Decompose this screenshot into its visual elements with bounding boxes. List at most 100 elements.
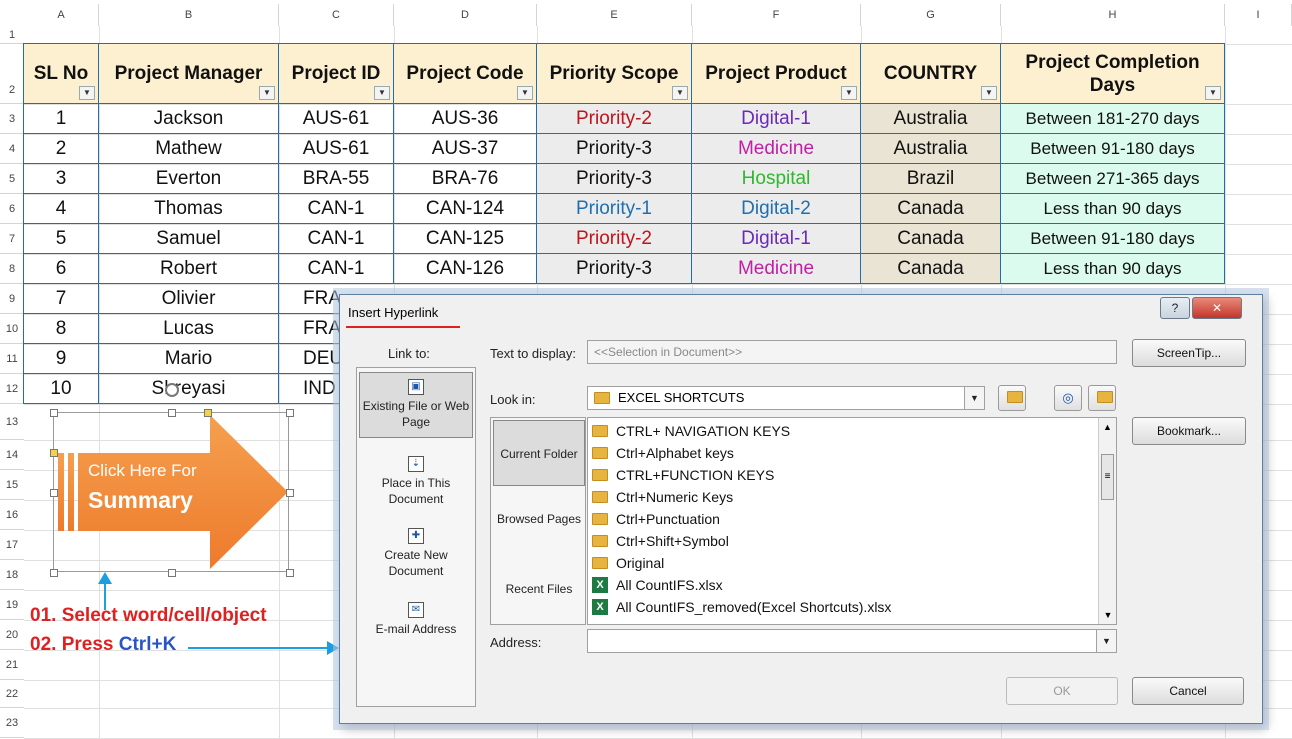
row-header-20[interactable]: 20 bbox=[0, 620, 24, 650]
table-cell[interactable]: AUS-37 bbox=[394, 134, 537, 164]
dropdown-filter-icon[interactable]: ▼ bbox=[79, 86, 95, 100]
dropdown-filter-icon[interactable]: ▼ bbox=[259, 86, 275, 100]
table-cell[interactable]: Priority-3 bbox=[537, 254, 692, 284]
table-cell[interactable]: CAN-124 bbox=[394, 194, 537, 224]
table-header-cell[interactable]: Project Manager ▼ bbox=[99, 44, 279, 104]
resize-handle[interactable] bbox=[286, 569, 294, 577]
link-option[interactable]: ✉ E-mail Address bbox=[359, 596, 473, 646]
file-list-item[interactable]: Ctrl+Alphabet keys bbox=[592, 442, 734, 464]
table-cell[interactable]: 5 bbox=[24, 224, 99, 254]
link-option[interactable]: ⇣ Place in This Document bbox=[359, 450, 473, 510]
help-button[interactable]: ? bbox=[1160, 297, 1190, 319]
resize-handle[interactable] bbox=[286, 489, 294, 497]
table-cell[interactable]: Medicine bbox=[692, 254, 861, 284]
table-cell[interactable]: AUS-61 bbox=[279, 104, 394, 134]
row-header-21[interactable]: 21 bbox=[0, 650, 24, 680]
table-cell[interactable]: Olivier bbox=[99, 284, 279, 314]
table-header-cell[interactable]: COUNTRY ▼ bbox=[861, 44, 1001, 104]
table-cell[interactable]: AUS-61 bbox=[279, 134, 394, 164]
table-header-cell[interactable]: Priority Scope ▼ bbox=[537, 44, 692, 104]
file-list-item[interactable]: X All CountIFS.xlsx bbox=[592, 574, 723, 596]
table-cell[interactable]: Australia bbox=[861, 134, 1001, 164]
row-header-19[interactable]: 19 bbox=[0, 590, 24, 620]
table-cell[interactable]: Priority-2 bbox=[537, 104, 692, 134]
resize-handle[interactable] bbox=[50, 569, 58, 577]
link-option[interactable]: ▣ Existing File or Web Page bbox=[359, 372, 473, 438]
table-cell[interactable]: DEU bbox=[279, 344, 339, 374]
dropdown-filter-icon[interactable]: ▼ bbox=[517, 86, 533, 100]
row-header-9[interactable]: 9 bbox=[0, 284, 24, 314]
table-cell[interactable]: 6 bbox=[24, 254, 99, 284]
nav-option[interactable]: Recent Files bbox=[493, 558, 585, 620]
table-cell[interactable]: Canada bbox=[861, 224, 1001, 254]
up-folder-icon[interactable] bbox=[998, 385, 1026, 411]
table-cell[interactable]: FRA bbox=[279, 284, 339, 314]
table-cell[interactable]: Digital-1 bbox=[692, 224, 861, 254]
dropdown-filter-icon[interactable]: ▼ bbox=[1205, 86, 1221, 100]
table-cell[interactable]: Jackson bbox=[99, 104, 279, 134]
table-header-cell[interactable]: SL No ▼ bbox=[24, 44, 99, 104]
table-cell[interactable]: Shreyasi bbox=[99, 374, 279, 404]
row-header-16[interactable]: 16 bbox=[0, 500, 24, 530]
ok-button[interactable]: OK bbox=[1006, 677, 1118, 705]
table-cell[interactable]: BRA-76 bbox=[394, 164, 537, 194]
file-list-item[interactable]: Original bbox=[592, 552, 664, 574]
row-header-4[interactable]: 4 bbox=[0, 134, 24, 164]
table-cell[interactable]: Priority-3 bbox=[537, 134, 692, 164]
table-cell[interactable]: Priority-1 bbox=[537, 194, 692, 224]
scroll-up-icon[interactable]: ▲ bbox=[1099, 418, 1116, 436]
table-cell[interactable]: CAN-1 bbox=[279, 254, 394, 284]
resize-handle[interactable] bbox=[50, 489, 58, 497]
row-header-8[interactable]: 8 bbox=[0, 254, 24, 284]
close-button[interactable]: ✕ bbox=[1192, 297, 1242, 319]
file-list-item[interactable]: X All CountIFS_removed(Excel Shortcuts).x… bbox=[592, 596, 891, 618]
file-list[interactable]: X All CountIFS_removed(Excel Shortcuts).x… bbox=[587, 417, 1117, 625]
table-cell[interactable]: Australia bbox=[861, 104, 1001, 134]
row-header-1[interactable]: 1 bbox=[0, 26, 24, 44]
table-cell[interactable]: Less than 90 days bbox=[1001, 254, 1225, 284]
row-header-22[interactable]: 22 bbox=[0, 680, 24, 708]
table-cell[interactable]: Samuel bbox=[99, 224, 279, 254]
table-cell[interactable]: CAN-126 bbox=[394, 254, 537, 284]
adjust-handle[interactable] bbox=[50, 449, 58, 457]
file-list-item[interactable]: Ctrl+Shift+Symbol bbox=[592, 530, 729, 552]
table-cell[interactable]: Priority-2 bbox=[537, 224, 692, 254]
row-header-12[interactable]: 12 bbox=[0, 374, 24, 404]
bookmark-button[interactable]: Bookmark... bbox=[1132, 417, 1246, 445]
row-header-14[interactable]: 14 bbox=[0, 440, 24, 470]
row-header-7[interactable]: 7 bbox=[0, 224, 24, 254]
file-list-scrollbar[interactable]: ▲ ≡ ▼ bbox=[1098, 418, 1116, 624]
resize-handle[interactable] bbox=[168, 409, 176, 417]
table-cell[interactable]: Less than 90 days bbox=[1001, 194, 1225, 224]
column-header-f[interactable]: F bbox=[692, 4, 861, 26]
table-cell[interactable]: Mathew bbox=[99, 134, 279, 164]
table-cell[interactable]: IND bbox=[279, 374, 339, 404]
row-header-23[interactable]: 23 bbox=[0, 708, 24, 738]
table-cell[interactable]: Between 271-365 days bbox=[1001, 164, 1225, 194]
row-header-3[interactable]: 3 bbox=[0, 104, 24, 134]
resize-handle[interactable] bbox=[50, 409, 58, 417]
table-cell[interactable]: Canada bbox=[861, 194, 1001, 224]
address-input[interactable]: ▼ bbox=[587, 629, 1117, 653]
table-cell[interactable]: 3 bbox=[24, 164, 99, 194]
row-header-13[interactable]: 13 bbox=[0, 404, 24, 440]
link-option[interactable]: ✚ Create New Document bbox=[359, 522, 473, 582]
dropdown-filter-icon[interactable]: ▼ bbox=[672, 86, 688, 100]
text-to-display-input[interactable]: <<Selection in Document>> bbox=[587, 340, 1117, 364]
table-cell[interactable]: CAN-1 bbox=[279, 224, 394, 254]
table-cell[interactable]: Brazil bbox=[861, 164, 1001, 194]
table-cell[interactable]: CAN-125 bbox=[394, 224, 537, 254]
table-cell[interactable]: Thomas bbox=[99, 194, 279, 224]
table-cell[interactable]: Digital-2 bbox=[692, 194, 861, 224]
file-list-item[interactable]: Ctrl+Punctuation bbox=[592, 508, 720, 530]
column-header-a[interactable]: A bbox=[24, 4, 99, 26]
resize-handle[interactable] bbox=[286, 409, 294, 417]
browse-file-icon[interactable] bbox=[1088, 385, 1116, 411]
column-header-h[interactable]: H bbox=[1001, 4, 1225, 26]
table-cell[interactable]: Robert bbox=[99, 254, 279, 284]
file-list-item[interactable]: CTRL+FUNCTION KEYS bbox=[592, 464, 774, 486]
table-header-cell[interactable]: Project Code ▼ bbox=[394, 44, 537, 104]
column-header-c[interactable]: C bbox=[279, 4, 394, 26]
table-cell[interactable]: FRA bbox=[279, 314, 339, 344]
table-header-cell[interactable]: Project Product ▼ bbox=[692, 44, 861, 104]
